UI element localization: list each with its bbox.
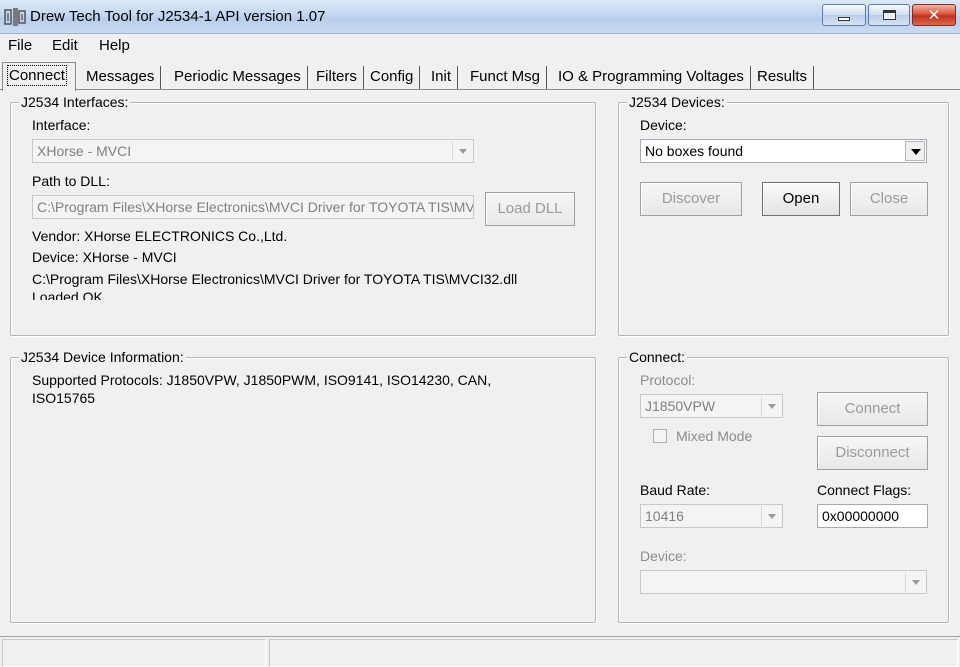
interfaces-group: J2534 Interfaces: Interface: XHorse - MV… — [10, 94, 596, 336]
baud-rate-combo: 10416 — [640, 504, 783, 528]
chevron-down-icon — [761, 396, 781, 416]
dll-path-text: C:\Program Files\XHorse Electronics\MVCI… — [32, 271, 518, 287]
interface-combo: XHorse - MVCI — [32, 139, 474, 163]
supported-protocols-text: Supported Protocols: J1850VPW, J1850PWM,… — [32, 372, 492, 388]
menu-bar: File Edit Help — [0, 35, 960, 57]
minimize-button[interactable] — [822, 4, 866, 26]
tab-init[interactable]: Init — [425, 66, 459, 90]
connect-button[interactable]: Connect — [817, 392, 928, 426]
device-info-group-title: J2534 Device Information: — [19, 349, 186, 365]
menu-edit[interactable]: Edit — [52, 37, 78, 54]
tab-results[interactable]: Results — [751, 66, 815, 90]
disconnect-button[interactable]: Disconnect — [817, 436, 928, 470]
close-button[interactable]: Close — [850, 182, 928, 216]
minimize-icon — [838, 17, 850, 21]
menu-help[interactable]: Help — [99, 37, 130, 54]
tab-filters[interactable]: Filters — [310, 66, 364, 90]
discover-button[interactable]: Discover — [640, 182, 742, 216]
loaded-status-text: Loaded OK — [32, 289, 103, 300]
dll-path-value: C:\Program Files\XHorse Electronics\MVCI… — [37, 199, 474, 215]
supported-protocols-text-cont: ISO15765 — [32, 390, 96, 406]
status-text-area: C:\Program Files\XHorse Electronics\MVCI… — [32, 270, 587, 300]
device-value: No boxes found — [645, 143, 744, 159]
window-title: Drew Tech Tool for J2534-1 API version 1… — [30, 8, 326, 25]
baud-rate-value: 10416 — [645, 508, 684, 524]
connect-group: Connect: Protocol: J1850VPW Mixed Mode C… — [618, 349, 949, 623]
open-button[interactable]: Open — [762, 182, 840, 216]
connect-device-combo — [640, 570, 927, 594]
tab-config[interactable]: Config — [364, 66, 421, 90]
tab-periodic-messages[interactable]: Periodic Messages — [168, 66, 308, 90]
path-label: Path to DLL: — [32, 173, 110, 189]
devices-group: J2534 Devices: Device: No boxes found Di… — [618, 94, 949, 336]
device-info-group: J2534 Device Information: Supported Prot… — [10, 349, 596, 623]
mixed-mode-checkbox[interactable] — [653, 429, 667, 443]
protocol-value: J1850VPW — [645, 398, 716, 414]
tab-funct-msg[interactable]: Funct Msg — [464, 66, 548, 90]
interfaces-group-title: J2534 Interfaces: — [19, 94, 131, 110]
dll-path-field: C:\Program Files\XHorse Electronics\MVCI… — [32, 195, 474, 219]
chevron-down-icon — [761, 506, 781, 526]
mixed-mode-label: Mixed Mode — [676, 428, 753, 444]
protocol-label: Protocol: — [640, 372, 696, 388]
vendor-text: Vendor: XHorse ELECTRONICS Co.,Ltd. — [32, 228, 288, 244]
chevron-down-icon — [905, 572, 925, 592]
maximize-icon — [883, 10, 896, 20]
tab-messages[interactable]: Messages — [80, 66, 162, 90]
chevron-down-icon[interactable] — [905, 141, 925, 161]
protocol-combo: J1850VPW — [640, 394, 783, 418]
status-pane-2 — [269, 639, 958, 667]
maximize-button[interactable] — [868, 4, 910, 26]
device-combo[interactable]: No boxes found — [640, 139, 927, 163]
device-text: Device: XHorse - MVCI — [32, 249, 177, 265]
devices-group-title: J2534 Devices: — [627, 94, 727, 110]
close-window-button[interactable]: ✕ — [912, 4, 956, 26]
device-label: Device: — [640, 117, 687, 133]
connect-flags-label: Connect Flags: — [817, 482, 912, 498]
baud-rate-label: Baud Rate: — [640, 482, 711, 498]
status-bar — [0, 636, 960, 667]
tab-connect[interactable]: Connect — [2, 62, 76, 91]
menu-file[interactable]: File — [8, 37, 32, 54]
tab-io-programming-voltages[interactable]: IO & Programming Voltages — [552, 66, 751, 90]
interface-label: Interface: — [32, 117, 91, 133]
connect-flags-input[interactable]: 0x00000000 — [817, 504, 928, 528]
load-dll-button[interactable]: Load DLL — [485, 192, 575, 226]
app-icon — [4, 8, 26, 26]
chevron-down-icon — [452, 141, 472, 161]
connect-flags-value: 0x00000000 — [822, 508, 900, 524]
connect-device-label: Device: — [640, 548, 687, 564]
connect-group-title: Connect: — [627, 349, 688, 365]
interface-value: XHorse - MVCI — [37, 143, 132, 159]
status-pane-1 — [2, 639, 266, 667]
title-bar[interactable]: Drew Tech Tool for J2534-1 API version 1… — [0, 0, 960, 34]
tab-strip: Connect Messages Periodic Messages Filte… — [0, 62, 960, 91]
close-icon: ✕ — [927, 6, 941, 24]
